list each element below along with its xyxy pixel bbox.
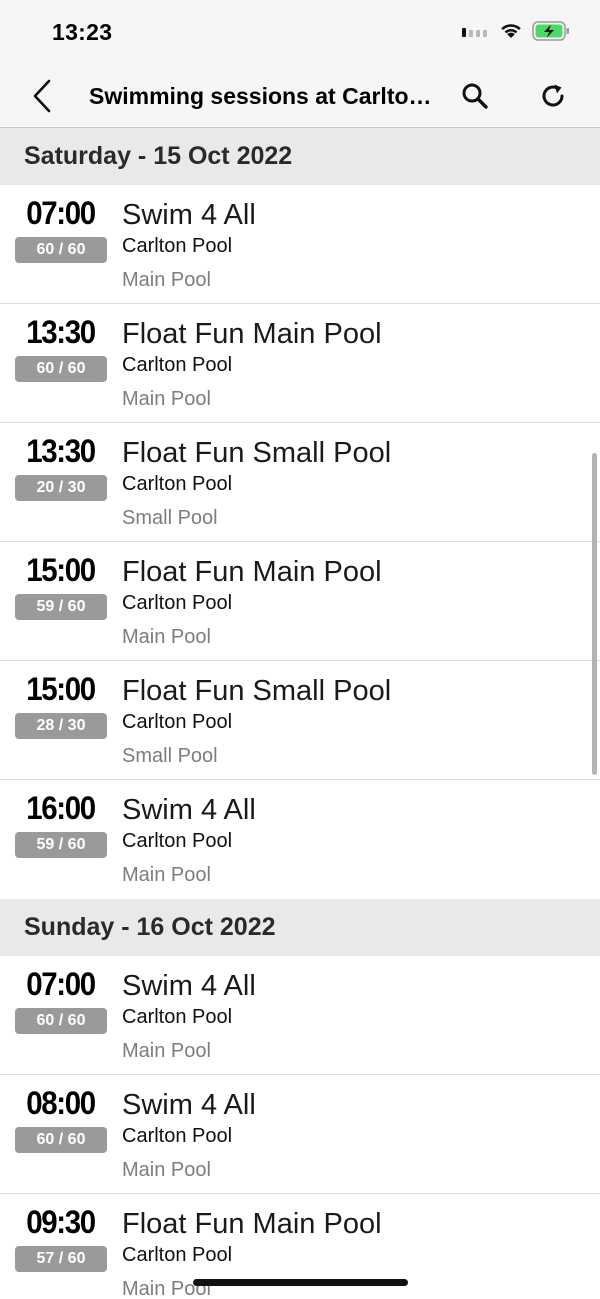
- status-time: 13:23: [52, 19, 113, 45]
- session-time: 07:00: [26, 966, 96, 1002]
- back-button[interactable]: [22, 76, 62, 116]
- capacity-badge: 28 / 30: [15, 713, 107, 739]
- status-bar: 13:23: [0, 0, 600, 64]
- session-room: Small Pool: [122, 507, 218, 529]
- page-title: Swimming sessions at Carlton Pool: [89, 83, 434, 109]
- session-row[interactable]: 08:00 60 / 60 Swim 4 All Carlton Pool Ma…: [0, 1075, 600, 1194]
- home-indicator[interactable]: [193, 1279, 408, 1286]
- session-title: Float Fun Main Pool: [122, 1208, 382, 1240]
- session-time: 15:00: [26, 671, 96, 707]
- session-room: Small Pool: [122, 745, 218, 767]
- session-time: 16:00: [26, 790, 96, 826]
- chevron-left-icon: [33, 79, 51, 113]
- session-room: Main Pool: [122, 1040, 211, 1062]
- session-title: Swim 4 All: [122, 794, 256, 826]
- session-venue: Carlton Pool: [122, 1125, 233, 1147]
- session-room: Main Pool: [122, 864, 211, 886]
- session-title: Float Fun Main Pool: [122, 318, 382, 350]
- capacity-badge: 60 / 60: [15, 356, 107, 382]
- day-header: Saturday - 15 Oct 2022: [0, 128, 600, 185]
- session-time: 13:30: [26, 433, 96, 469]
- day-header-label: Sunday - 16 Oct 2022: [24, 913, 276, 941]
- session-row[interactable]: 16:00 59 / 60 Swim 4 All Carlton Pool Ma…: [0, 780, 600, 899]
- session-venue: Carlton Pool: [122, 1006, 233, 1028]
- session-time: 13:30: [26, 314, 96, 350]
- session-venue: Carlton Pool: [122, 711, 233, 733]
- session-row[interactable]: 07:00 60 / 60 Swim 4 All Carlton Pool Ma…: [0, 956, 600, 1075]
- search-icon: [462, 83, 488, 109]
- session-time: 07:00: [26, 195, 96, 231]
- session-title: Float Fun Main Pool: [122, 556, 382, 588]
- session-row[interactable]: 13:30 60 / 60 Float Fun Main Pool Carlto…: [0, 304, 600, 423]
- session-title: Swim 4 All: [122, 1089, 256, 1121]
- session-room: Main Pool: [122, 1159, 211, 1181]
- refresh-icon: [542, 84, 564, 107]
- session-list[interactable]: Saturday - 15 Oct 2022 07:00 60 / 60 Swi…: [0, 128, 600, 1299]
- session-venue: Carlton Pool: [122, 354, 233, 376]
- status-icons: [462, 20, 570, 46]
- wifi-icon: [500, 22, 522, 44]
- day-header: Sunday - 16 Oct 2022: [0, 899, 600, 956]
- navigation-bar: Swimming sessions at Carlton Pool: [0, 64, 600, 128]
- session-room: Main Pool: [122, 626, 211, 648]
- day-header-label: Saturday - 15 Oct 2022: [24, 142, 293, 170]
- session-row[interactable]: 15:00 28 / 30 Float Fun Small Pool Carlt…: [0, 661, 600, 780]
- scrollbar[interactable]: [592, 453, 597, 775]
- session-venue: Carlton Pool: [122, 235, 233, 257]
- capacity-badge: 59 / 60: [15, 832, 107, 858]
- capacity-badge: 20 / 30: [15, 475, 107, 501]
- session-row[interactable]: 15:00 59 / 60 Float Fun Main Pool Carlto…: [0, 542, 600, 661]
- session-venue: Carlton Pool: [122, 1244, 233, 1266]
- session-title: Float Fun Small Pool: [122, 437, 392, 469]
- session-time: 08:00: [26, 1085, 96, 1121]
- session-title: Swim 4 All: [122, 970, 256, 1002]
- capacity-badge: 60 / 60: [15, 1008, 107, 1034]
- session-room: Main Pool: [122, 388, 211, 410]
- session-room: Main Pool: [122, 269, 211, 291]
- session-time: 09:30: [26, 1204, 96, 1240]
- session-venue: Carlton Pool: [122, 592, 233, 614]
- session-venue: Carlton Pool: [122, 473, 233, 495]
- session-title: Float Fun Small Pool: [122, 675, 392, 707]
- capacity-badge: 59 / 60: [15, 594, 107, 620]
- session-row[interactable]: 13:30 20 / 30 Float Fun Small Pool Carlt…: [0, 423, 600, 542]
- session-row[interactable]: 07:00 60 / 60 Swim 4 All Carlton Pool Ma…: [0, 185, 600, 304]
- capacity-badge: 60 / 60: [15, 237, 107, 263]
- capacity-badge: 57 / 60: [15, 1246, 107, 1272]
- session-venue: Carlton Pool: [122, 830, 233, 852]
- battery-charging-icon: [532, 20, 570, 46]
- session-time: 15:00: [26, 552, 96, 588]
- refresh-button[interactable]: [534, 77, 572, 115]
- cellular-signal-icon: [462, 24, 490, 42]
- capacity-badge: 60 / 60: [15, 1127, 107, 1153]
- search-button[interactable]: [456, 77, 494, 115]
- session-title: Swim 4 All: [122, 199, 256, 231]
